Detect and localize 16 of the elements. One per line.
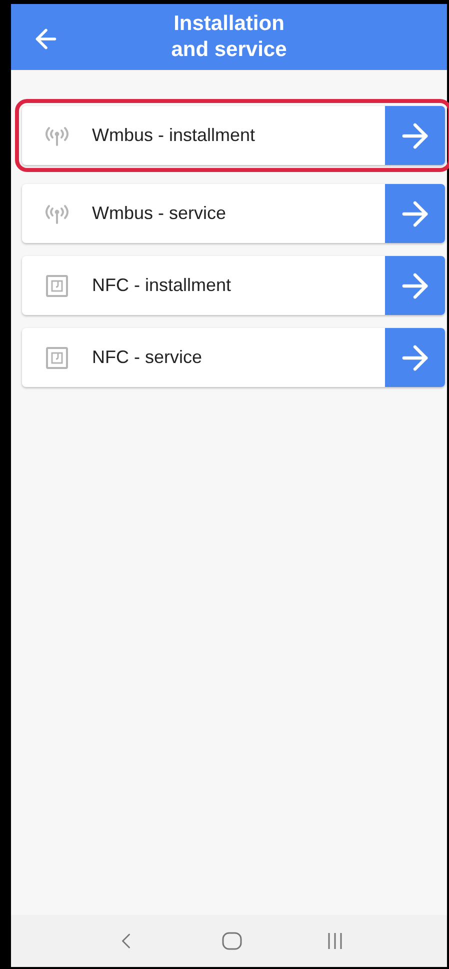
menu-item[interactable]: NFC - installment: [22, 256, 445, 315]
arrow-button[interactable]: [385, 328, 445, 387]
page-title: Installation and service: [171, 11, 287, 63]
arrow-button[interactable]: [385, 184, 445, 243]
item-label: NFC - installment: [92, 274, 232, 297]
arrow-button[interactable]: [385, 106, 445, 165]
menu-item[interactable]: NFC - service: [22, 328, 445, 387]
arrow-button[interactable]: [385, 256, 445, 315]
home-icon[interactable]: [222, 932, 242, 950]
menu-item[interactable]: Wmbus - service: [22, 184, 445, 243]
item-label: Wmbus - service: [92, 202, 228, 225]
item-label: Wmbus - installment: [92, 124, 256, 147]
nfc-icon: [45, 274, 69, 298]
item-label: NFC - service: [92, 346, 204, 369]
nfc-icon: [45, 346, 69, 370]
menu-item[interactable]: Wmbus - installment: [22, 106, 445, 165]
